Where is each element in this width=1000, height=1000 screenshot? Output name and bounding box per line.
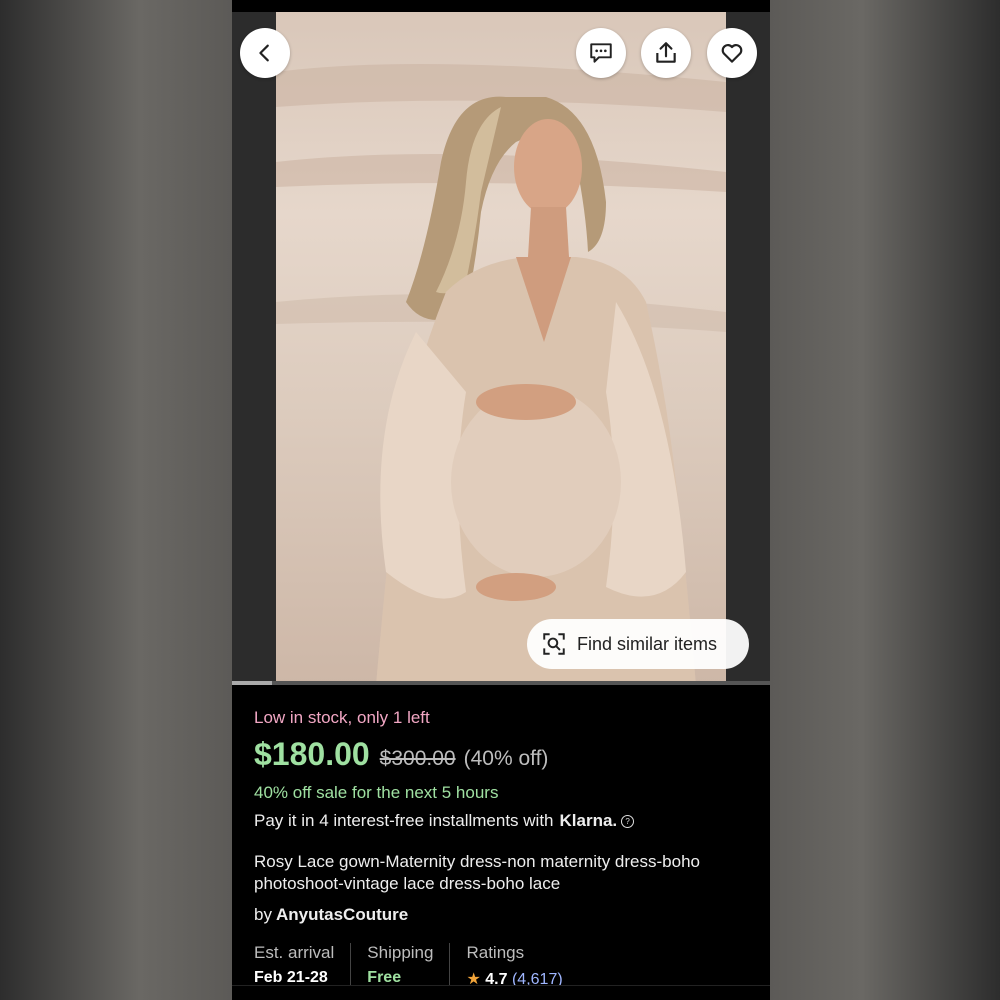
ratings-label: Ratings (466, 943, 525, 962)
visual-search-icon (543, 633, 565, 655)
product-image-carousel[interactable]: Find similar items (232, 12, 770, 685)
seller-row: by AnyutasCouture (254, 905, 754, 925)
price-row: $180.00 $300.00 (40% off) (254, 736, 754, 773)
installments-text: Pay it in 4 interest-free installments w… (254, 811, 554, 830)
product-info: Low in stock, only 1 left $180.00 $300.0… (254, 700, 754, 925)
seller-link[interactable]: AnyutasCouture (276, 905, 408, 924)
find-similar-button[interactable]: Find similar items (527, 619, 749, 669)
klarna-logo: Klarna. (559, 811, 618, 830)
sale-notice: 40% off sale for the next 5 hours (254, 783, 499, 802)
share-icon (656, 42, 676, 63)
product-photo[interactable] (276, 12, 726, 685)
help-icon[interactable]: ? (621, 814, 635, 828)
seller-prefix: by (254, 905, 272, 924)
heart-icon (721, 44, 743, 63)
phone-screen: Find similar items Low in stock, only 1 … (232, 0, 770, 1000)
stock-notice: Low in stock, only 1 left (254, 708, 430, 727)
installments-row[interactable]: Pay it in 4 interest-free installments w… (254, 811, 754, 831)
bottom-tab-bar (232, 985, 770, 1000)
find-similar-label: Find similar items (577, 633, 718, 654)
original-price: $300.00 (379, 747, 456, 770)
share-button[interactable] (641, 28, 691, 78)
back-button[interactable] (240, 28, 290, 78)
carousel-progress (232, 681, 770, 685)
sale-price: $180.00 (254, 736, 370, 772)
message-seller-button[interactable] (576, 28, 626, 78)
shipping-label: Shipping (367, 943, 434, 962)
message-icon (590, 43, 612, 63)
discount-percent: (40% off) (463, 747, 549, 770)
background-right (770, 0, 1000, 1000)
favorite-button[interactable] (707, 28, 757, 78)
chevron-left-icon (259, 44, 269, 62)
product-title: Rosy Lace gown-Maternity dress-non mater… (254, 852, 700, 893)
arrival-label: Est. arrival (254, 943, 335, 962)
background-left (0, 0, 232, 1000)
